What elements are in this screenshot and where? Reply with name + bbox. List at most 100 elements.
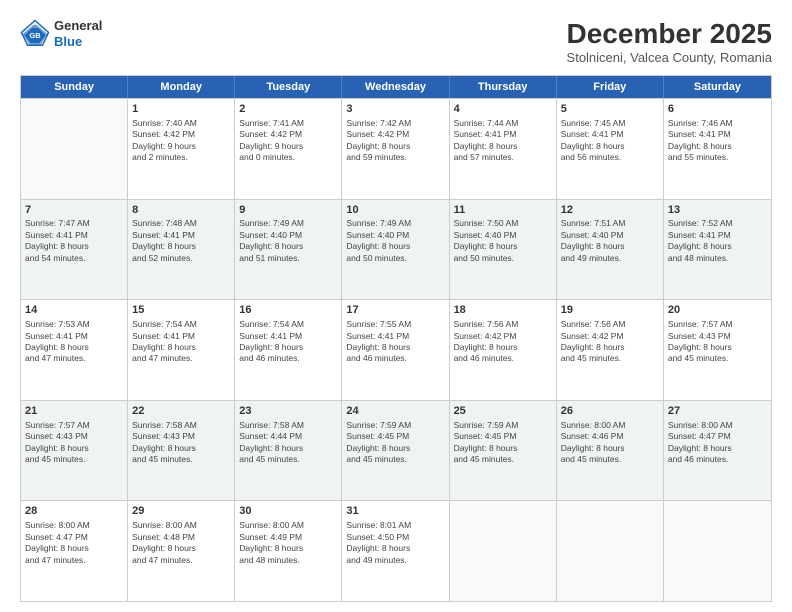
month-title: December 2025 [567, 18, 772, 50]
day-number: 14 [25, 303, 123, 318]
header-day-saturday: Saturday [664, 76, 771, 98]
calendar-cell: 17Sunrise: 7:55 AM Sunset: 4:41 PM Dayli… [342, 300, 449, 400]
day-info: Sunrise: 7:51 AM Sunset: 4:40 PM Dayligh… [561, 218, 659, 264]
day-number: 15 [132, 303, 230, 318]
day-info: Sunrise: 7:57 AM Sunset: 4:43 PM Dayligh… [25, 420, 123, 466]
page: GB General Blue December 2025 Stolniceni… [0, 0, 792, 612]
calendar-cell: 12Sunrise: 7:51 AM Sunset: 4:40 PM Dayli… [557, 200, 664, 300]
day-info: Sunrise: 7:58 AM Sunset: 4:44 PM Dayligh… [239, 420, 337, 466]
location: Stolniceni, Valcea County, Romania [567, 50, 772, 65]
day-info: Sunrise: 7:45 AM Sunset: 4:41 PM Dayligh… [561, 118, 659, 164]
day-number: 30 [239, 504, 337, 519]
calendar-cell: 26Sunrise: 8:00 AM Sunset: 4:46 PM Dayli… [557, 401, 664, 501]
day-number: 1 [132, 102, 230, 117]
day-number: 24 [346, 404, 444, 419]
day-number: 8 [132, 203, 230, 218]
day-number: 31 [346, 504, 444, 519]
day-number: 3 [346, 102, 444, 117]
day-info: Sunrise: 7:42 AM Sunset: 4:42 PM Dayligh… [346, 118, 444, 164]
day-number: 5 [561, 102, 659, 117]
calendar-cell: 15Sunrise: 7:54 AM Sunset: 4:41 PM Dayli… [128, 300, 235, 400]
calendar-cell: 30Sunrise: 8:00 AM Sunset: 4:49 PM Dayli… [235, 501, 342, 601]
day-number: 12 [561, 203, 659, 218]
header-day-monday: Monday [128, 76, 235, 98]
calendar-cell: 3Sunrise: 7:42 AM Sunset: 4:42 PM Daylig… [342, 99, 449, 199]
calendar-cell: 11Sunrise: 7:50 AM Sunset: 4:40 PM Dayli… [450, 200, 557, 300]
calendar-cell: 9Sunrise: 7:49 AM Sunset: 4:40 PM Daylig… [235, 200, 342, 300]
day-number: 11 [454, 203, 552, 218]
day-number: 23 [239, 404, 337, 419]
header-day-tuesday: Tuesday [235, 76, 342, 98]
day-info: Sunrise: 8:00 AM Sunset: 4:46 PM Dayligh… [561, 420, 659, 466]
calendar-header: SundayMondayTuesdayWednesdayThursdayFrid… [21, 76, 771, 98]
logo-general: General [54, 18, 102, 34]
calendar-cell: 7Sunrise: 7:47 AM Sunset: 4:41 PM Daylig… [21, 200, 128, 300]
day-number: 7 [25, 203, 123, 218]
calendar-cell [21, 99, 128, 199]
calendar-cell: 1Sunrise: 7:40 AM Sunset: 4:42 PM Daylig… [128, 99, 235, 199]
logo-icon: GB [20, 19, 50, 49]
calendar-row-0: 1Sunrise: 7:40 AM Sunset: 4:42 PM Daylig… [21, 98, 771, 199]
logo-text: General Blue [54, 18, 102, 49]
day-info: Sunrise: 7:55 AM Sunset: 4:41 PM Dayligh… [346, 319, 444, 365]
calendar-cell: 24Sunrise: 7:59 AM Sunset: 4:45 PM Dayli… [342, 401, 449, 501]
calendar-cell: 16Sunrise: 7:54 AM Sunset: 4:41 PM Dayli… [235, 300, 342, 400]
day-number: 13 [668, 203, 767, 218]
calendar-cell: 22Sunrise: 7:58 AM Sunset: 4:43 PM Dayli… [128, 401, 235, 501]
day-info: Sunrise: 7:47 AM Sunset: 4:41 PM Dayligh… [25, 218, 123, 264]
calendar-cell: 10Sunrise: 7:49 AM Sunset: 4:40 PM Dayli… [342, 200, 449, 300]
day-number: 27 [668, 404, 767, 419]
day-number: 17 [346, 303, 444, 318]
day-info: Sunrise: 7:49 AM Sunset: 4:40 PM Dayligh… [239, 218, 337, 264]
title-block: December 2025 Stolniceni, Valcea County,… [567, 18, 772, 65]
calendar-cell: 13Sunrise: 7:52 AM Sunset: 4:41 PM Dayli… [664, 200, 771, 300]
svg-text:GB: GB [29, 30, 41, 39]
header: GB General Blue December 2025 Stolniceni… [20, 18, 772, 65]
calendar-cell: 20Sunrise: 7:57 AM Sunset: 4:43 PM Dayli… [664, 300, 771, 400]
day-info: Sunrise: 7:54 AM Sunset: 4:41 PM Dayligh… [239, 319, 337, 365]
day-info: Sunrise: 7:56 AM Sunset: 4:42 PM Dayligh… [561, 319, 659, 365]
calendar-cell: 29Sunrise: 8:00 AM Sunset: 4:48 PM Dayli… [128, 501, 235, 601]
day-info: Sunrise: 7:52 AM Sunset: 4:41 PM Dayligh… [668, 218, 767, 264]
day-info: Sunrise: 7:56 AM Sunset: 4:42 PM Dayligh… [454, 319, 552, 365]
day-number: 19 [561, 303, 659, 318]
logo: GB General Blue [20, 18, 102, 49]
day-number: 4 [454, 102, 552, 117]
day-info: Sunrise: 7:58 AM Sunset: 4:43 PM Dayligh… [132, 420, 230, 466]
day-info: Sunrise: 7:59 AM Sunset: 4:45 PM Dayligh… [454, 420, 552, 466]
calendar-cell: 21Sunrise: 7:57 AM Sunset: 4:43 PM Dayli… [21, 401, 128, 501]
calendar: SundayMondayTuesdayWednesdayThursdayFrid… [20, 75, 772, 602]
calendar-cell [450, 501, 557, 601]
day-info: Sunrise: 7:50 AM Sunset: 4:40 PM Dayligh… [454, 218, 552, 264]
day-number: 9 [239, 203, 337, 218]
calendar-cell: 8Sunrise: 7:48 AM Sunset: 4:41 PM Daylig… [128, 200, 235, 300]
day-info: Sunrise: 7:49 AM Sunset: 4:40 PM Dayligh… [346, 218, 444, 264]
header-day-sunday: Sunday [21, 76, 128, 98]
calendar-cell: 14Sunrise: 7:53 AM Sunset: 4:41 PM Dayli… [21, 300, 128, 400]
day-info: Sunrise: 7:46 AM Sunset: 4:41 PM Dayligh… [668, 118, 767, 164]
header-day-wednesday: Wednesday [342, 76, 449, 98]
day-info: Sunrise: 7:41 AM Sunset: 4:42 PM Dayligh… [239, 118, 337, 164]
day-info: Sunrise: 7:40 AM Sunset: 4:42 PM Dayligh… [132, 118, 230, 164]
day-number: 16 [239, 303, 337, 318]
day-info: Sunrise: 7:59 AM Sunset: 4:45 PM Dayligh… [346, 420, 444, 466]
day-number: 28 [25, 504, 123, 519]
calendar-cell: 18Sunrise: 7:56 AM Sunset: 4:42 PM Dayli… [450, 300, 557, 400]
calendar-cell [664, 501, 771, 601]
day-number: 6 [668, 102, 767, 117]
day-number: 18 [454, 303, 552, 318]
day-number: 26 [561, 404, 659, 419]
day-info: Sunrise: 7:53 AM Sunset: 4:41 PM Dayligh… [25, 319, 123, 365]
calendar-cell: 23Sunrise: 7:58 AM Sunset: 4:44 PM Dayli… [235, 401, 342, 501]
day-info: Sunrise: 7:57 AM Sunset: 4:43 PM Dayligh… [668, 319, 767, 365]
day-number: 10 [346, 203, 444, 218]
day-number: 20 [668, 303, 767, 318]
calendar-row-2: 14Sunrise: 7:53 AM Sunset: 4:41 PM Dayli… [21, 299, 771, 400]
day-number: 21 [25, 404, 123, 419]
day-info: Sunrise: 8:00 AM Sunset: 4:47 PM Dayligh… [668, 420, 767, 466]
header-day-thursday: Thursday [450, 76, 557, 98]
calendar-cell [557, 501, 664, 601]
calendar-row-4: 28Sunrise: 8:00 AM Sunset: 4:47 PM Dayli… [21, 500, 771, 601]
logo-blue: Blue [54, 34, 102, 50]
calendar-cell: 28Sunrise: 8:00 AM Sunset: 4:47 PM Dayli… [21, 501, 128, 601]
